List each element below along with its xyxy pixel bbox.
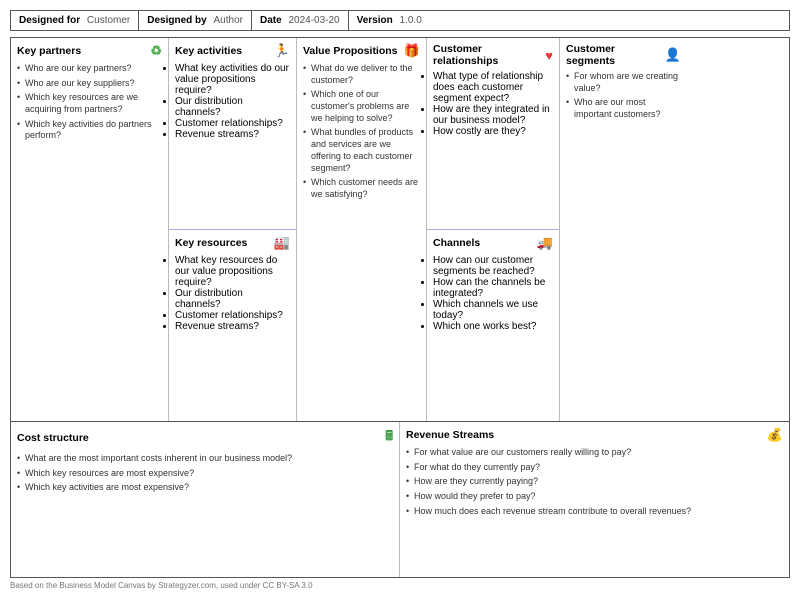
list-item: Revenue streams?: [175, 129, 290, 140]
revenue-streams-list: For what value are our customers really …: [406, 447, 783, 520]
date-label: Date: [260, 15, 282, 26]
gift-icon: 🎁: [404, 43, 420, 59]
key-resources-title: Key resources 🏭: [175, 235, 290, 251]
channels-title: Channels 🚚: [433, 235, 553, 251]
cost-structure-section: Cost structure 🖩 What are the most impor…: [11, 422, 400, 577]
list-item: How costly are they?: [433, 126, 553, 137]
person-run-icon: 🏃: [274, 43, 290, 59]
list-item: Which key resources are most expensive?: [17, 468, 393, 480]
list-item: For what do they currently pay?: [406, 462, 783, 474]
designed-for-value: Customer: [87, 15, 130, 26]
activities-resources-col: Key activities 🏃 What key activities do …: [169, 38, 297, 421]
list-item: What do we deliver to the customer?: [303, 63, 420, 86]
version-cell: Version 1.0.0: [349, 11, 430, 30]
cost-structure-title: Cost structure 🖩: [17, 427, 393, 449]
key-activities-section: Key activities 🏃 What key activities do …: [169, 38, 296, 230]
money-icon: 💰: [767, 427, 783, 443]
list-item: Which key activities do partners perform…: [17, 119, 162, 142]
date-cell: Date 2024-03-20: [252, 11, 349, 30]
canvas-main: Key partners ♻ Who are our key partners?…: [11, 38, 789, 422]
list-item: How can our customer segments be reached…: [433, 255, 553, 277]
customer-relationships-title: Customer relationships ♥: [433, 43, 553, 67]
list-item: Which one of our customer's problems are…: [303, 89, 420, 124]
customer-relationships-list: What type of relationship does each cust…: [433, 71, 553, 137]
list-item: Customer relationships?: [175, 310, 290, 321]
value-propositions-title: Value Propositions 🎁: [303, 43, 420, 59]
designed-by-value: Author: [214, 15, 243, 26]
list-item: Which one works best?: [433, 321, 553, 332]
list-item: Who are our key suppliers?: [17, 78, 162, 90]
customer-segments-title: Customer segments 👤: [566, 43, 681, 67]
channels-section: Channels 🚚 How can our customer segments…: [427, 230, 559, 421]
calculator-icon: 🖩: [385, 427, 393, 449]
list-item: For what value are our customers really …: [406, 447, 783, 459]
version-value: 1.0.0: [400, 15, 422, 26]
list-item: Who are our key partners?: [17, 63, 162, 75]
revenue-streams-title: Revenue Streams 💰: [406, 427, 783, 443]
key-partners-title: Key partners ♻: [17, 43, 162, 59]
list-item: Customer relationships?: [175, 118, 290, 129]
list-item: What key activities do our value proposi…: [175, 63, 290, 96]
key-resources-list: What key resources do our value proposit…: [175, 255, 290, 332]
list-item: Revenue streams?: [175, 321, 290, 332]
key-activities-list: What key activities do our value proposi…: [175, 63, 290, 140]
key-partners-list: Who are our key partners? Who are our ke…: [17, 63, 162, 145]
list-item: Our distribution channels?: [175, 288, 290, 310]
list-item: How would they prefer to pay?: [406, 491, 783, 503]
list-item: Which key resources are we acquiring fro…: [17, 92, 162, 115]
heart-icon: ♥: [545, 48, 553, 63]
customer-relationships-section: Customer relationships ♥ What type of re…: [427, 38, 559, 230]
version-label: Version: [357, 15, 393, 26]
value-propositions-list: What do we deliver to the customer? Whic…: [303, 63, 420, 204]
key-resources-section: Key resources 🏭 What key resources do ou…: [169, 230, 296, 421]
value-propositions-section: Value Propositions 🎁 What do we deliver …: [297, 38, 427, 421]
date-value: 2024-03-20: [288, 15, 339, 26]
designed-for-label: Designed for: [19, 15, 80, 26]
header-row: Designed for Customer Designed by Author…: [10, 10, 790, 31]
factory-icon: 🏭: [274, 235, 290, 251]
designed-by-label: Designed by: [147, 15, 206, 26]
list-item: For whom are we creating value?: [566, 71, 681, 94]
list-item: Our distribution channels?: [175, 96, 290, 118]
list-item: Who are our most important customers?: [566, 97, 681, 120]
channels-list: How can our customer segments be reached…: [433, 255, 553, 332]
key-activities-title: Key activities 🏃: [175, 43, 290, 59]
customer-segments-list: For whom are we creating value? Who are …: [566, 71, 681, 124]
revenue-streams-section: Revenue Streams 💰 For what value are our…: [400, 422, 789, 577]
business-model-canvas: Key partners ♻ Who are our key partners?…: [10, 37, 790, 578]
list-item: Which customer needs are we satisfying?: [303, 177, 420, 200]
recycle-icon: ♻: [150, 43, 162, 59]
list-item: How can the channels be integrated?: [433, 277, 553, 299]
list-item: What type of relationship does each cust…: [433, 71, 553, 104]
list-item: How much does each revenue stream contri…: [406, 506, 783, 518]
cost-structure-list: What are the most important costs inhere…: [17, 453, 393, 497]
page: Designed for Customer Designed by Author…: [0, 0, 800, 600]
crm-channels-col: Customer relationships ♥ What type of re…: [427, 38, 560, 421]
canvas-bottom: Cost structure 🖩 What are the most impor…: [11, 422, 789, 577]
list-item: Which key activities are most expensive?: [17, 482, 393, 494]
key-partners-section: Key partners ♻ Who are our key partners?…: [11, 38, 169, 421]
truck-icon: 🚚: [537, 235, 553, 251]
list-item: What are the most important costs inhere…: [17, 453, 393, 465]
designed-for-cell: Designed for Customer: [11, 11, 139, 30]
customer-segments-section: Customer segments 👤 For whom are we crea…: [560, 38, 687, 421]
list-item: How are they currently paying?: [406, 476, 783, 488]
list-item: How are they integrated in our business …: [433, 104, 553, 126]
list-item: What key resources do our value proposit…: [175, 255, 290, 288]
list-item: Which channels we use today?: [433, 299, 553, 321]
list-item: What bundles of products and services ar…: [303, 127, 420, 174]
footer: Based on the Business Model Canvas by St…: [10, 578, 790, 590]
person-icon: 👤: [665, 47, 681, 63]
designed-by-cell: Designed by Author: [139, 11, 252, 30]
